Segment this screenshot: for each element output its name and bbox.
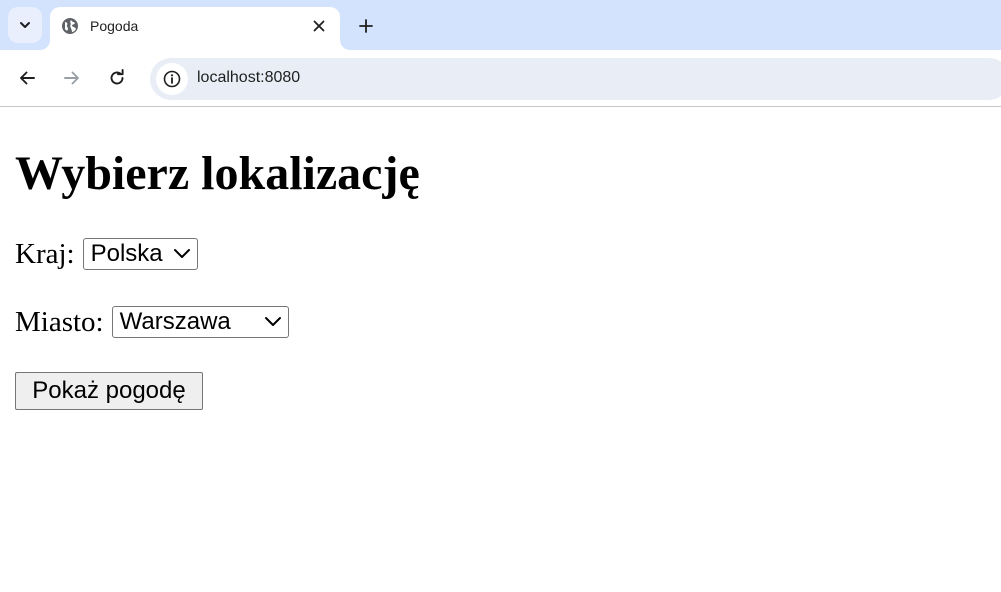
tab-search-button[interactable] bbox=[8, 7, 42, 43]
info-icon bbox=[163, 70, 181, 88]
close-icon bbox=[313, 20, 325, 32]
country-row: Kraj: Polska bbox=[15, 236, 198, 272]
tab-close-button[interactable] bbox=[309, 16, 329, 36]
tab-strip: Pogoda bbox=[0, 0, 1001, 50]
chevron-down-icon bbox=[20, 22, 30, 28]
url-text[interactable]: localhost:8080 bbox=[197, 69, 300, 87]
globe-icon bbox=[62, 18, 78, 34]
show-weather-button[interactable]: Pokaż pogodę bbox=[15, 372, 203, 410]
back-button[interactable] bbox=[11, 62, 43, 94]
country-select[interactable]: Polska bbox=[82, 238, 198, 270]
city-select[interactable]: Warszawa bbox=[111, 306, 289, 338]
forward-button[interactable] bbox=[56, 62, 88, 94]
country-label: Kraj: bbox=[15, 238, 75, 270]
address-bar[interactable]: localhost:8080 bbox=[150, 58, 1001, 100]
city-label: Miasto: bbox=[15, 306, 104, 338]
arrow-left-icon bbox=[20, 71, 35, 85]
tab-title: Pogoda bbox=[90, 18, 139, 34]
city-select-value: Warszawa bbox=[119, 308, 231, 335]
chevron-down-icon bbox=[173, 249, 190, 258]
reload-icon bbox=[110, 69, 124, 85]
browser-toolbar: localhost:8080 bbox=[0, 50, 1001, 107]
city-row: Miasto: Warszawa bbox=[15, 304, 289, 340]
reload-button[interactable] bbox=[101, 62, 133, 94]
site-info-button[interactable] bbox=[156, 63, 188, 95]
page-content: Wybierz lokalizację Kraj: Polska Miasto:… bbox=[0, 108, 1001, 592]
country-select-value: Polska bbox=[90, 240, 163, 267]
page-title: Wybierz lokalizację bbox=[15, 147, 420, 200]
new-tab-button[interactable] bbox=[352, 12, 380, 40]
tab-pogoda[interactable]: Pogoda bbox=[50, 7, 340, 50]
plus-icon bbox=[359, 19, 373, 33]
chevron-down-icon bbox=[264, 317, 281, 326]
arrow-right-icon bbox=[64, 71, 79, 85]
